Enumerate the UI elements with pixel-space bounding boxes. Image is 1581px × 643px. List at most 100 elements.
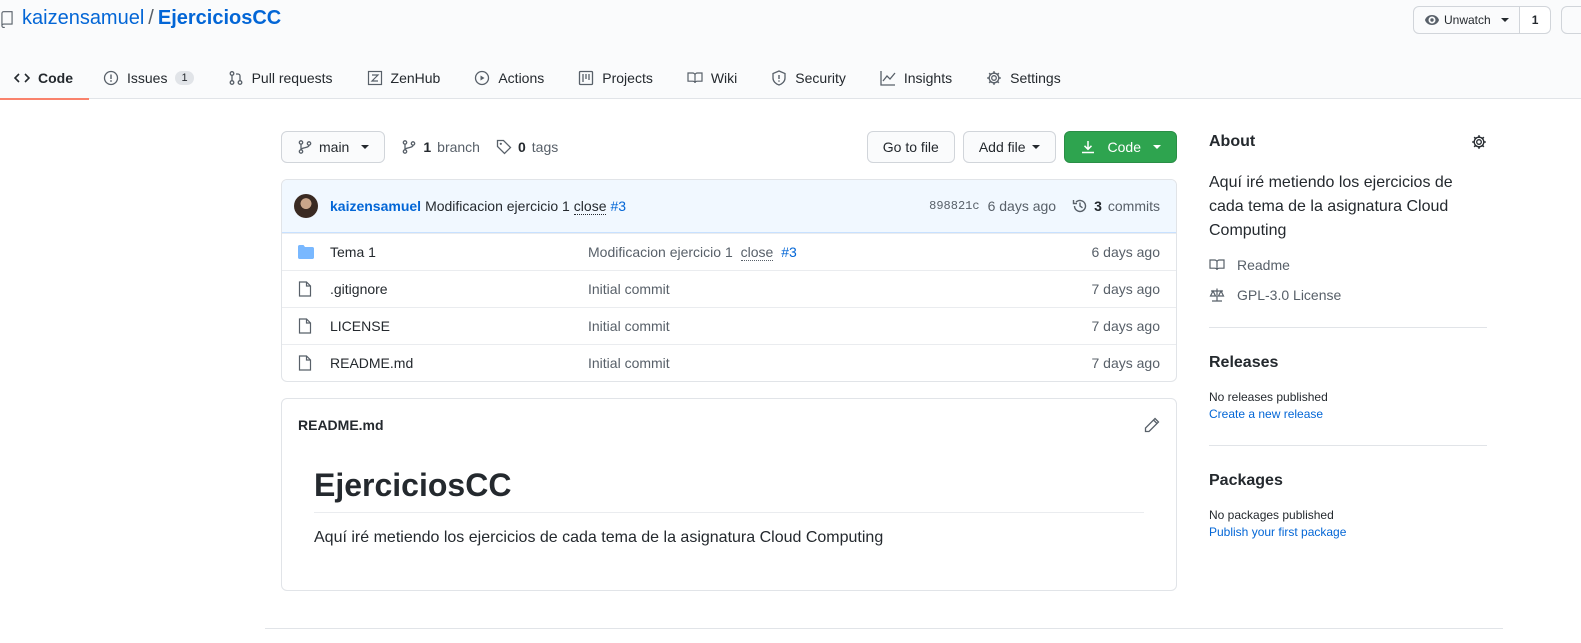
file-name-link[interactable]: README.md (330, 355, 588, 371)
packages-empty: No packages published (1209, 508, 1334, 522)
create-release-link[interactable]: Create a new release (1209, 407, 1487, 421)
git-branch-icon (298, 140, 312, 154)
file-icon (298, 318, 312, 334)
branch-label: branch (437, 139, 480, 155)
about-description: Aquí iré metiendo los ejercicios de cada… (1209, 174, 1453, 239)
gear-icon (987, 70, 1001, 85)
file-commit-link[interactable]: Initial commit (588, 318, 1092, 334)
chevron-down-icon (361, 145, 370, 149)
tab-zenhub[interactable]: ZenHub (349, 56, 457, 99)
file-name-link[interactable]: Tema 1 (330, 244, 588, 260)
footer-divider (265, 628, 1503, 629)
file-list: kaizensamuel Modificacion ejercicio 1 cl… (281, 179, 1177, 382)
sidebar: About Aquí iré metiendo los ejercicios d… (1209, 131, 1487, 539)
tags-link[interactable]: 0 tags (496, 139, 558, 155)
tag-icon (496, 139, 512, 155)
tab-security-label: Security (795, 69, 846, 86)
tab-insights[interactable]: Insights (862, 56, 968, 99)
file-icon (298, 355, 312, 371)
releases-title[interactable]: Releases (1209, 354, 1487, 372)
zenhub-icon (367, 70, 382, 85)
repo-title-separator: / (148, 7, 154, 29)
file-commit-link[interactable]: Initial commit (588, 281, 1092, 297)
book-icon (687, 71, 703, 83)
repo-title: kaizensamuel / EjerciciosCC (0, 7, 281, 30)
tab-wiki[interactable]: Wiki (669, 56, 753, 99)
tab-code[interactable]: Code (0, 56, 89, 100)
play-icon (475, 70, 490, 85)
packages-section: Packages No packages published Publish y… (1209, 446, 1487, 539)
tab-actions[interactable]: Actions (456, 56, 560, 99)
packages-title[interactable]: Packages (1209, 472, 1487, 490)
folder-icon (298, 245, 314, 259)
pull-request-icon (229, 70, 243, 85)
file-commit-link[interactable]: Modificacion ejercicio 1 (588, 244, 733, 260)
tab-pull-requests-label: Pull requests (251, 69, 333, 86)
commit-age: 6 days ago (987, 198, 1057, 214)
chevron-down-icon (1153, 145, 1161, 149)
repo-header: kaizensamuel / EjerciciosCC Unwatch 1 Co… (0, 0, 1581, 100)
file-issue-link[interactable]: #3 (781, 244, 797, 260)
license-link[interactable]: GPL-3.0 License (1209, 287, 1487, 303)
file-row[interactable]: .gitignore Initial commit 7 days ago (282, 270, 1176, 307)
star-button[interactable] (1561, 6, 1581, 34)
tab-pull-requests[interactable]: Pull requests (210, 56, 349, 99)
shield-icon (772, 69, 786, 86)
tag-count: 0 (517, 139, 526, 155)
readme-text: Aquí iré metiendo los ejercicios de cada… (314, 529, 884, 546)
file-name-link[interactable]: .gitignore (330, 281, 588, 297)
tab-wiki-label: Wiki (710, 69, 738, 86)
tag-label: tags (531, 139, 559, 155)
close-keyword: close (573, 197, 607, 215)
file-commit-message: Modificacion ejercicio 1 close #3 (588, 244, 1092, 261)
chevron-down-icon (1500, 18, 1509, 22)
tab-projects[interactable]: Projects (560, 56, 669, 99)
file-navigation: main 1 branch 0 tags Go to file Add file… (281, 131, 1177, 163)
repo-name-link[interactable]: EjerciciosCC (158, 7, 281, 30)
commit-count: 3 (1094, 198, 1102, 214)
go-to-file-button[interactable]: Go to file (866, 131, 955, 163)
readme-link-label: Readme (1237, 257, 1290, 273)
repo-content: main 1 branch 0 tags Go to file Add file… (281, 131, 1177, 591)
watch-count[interactable]: 1 (1519, 6, 1552, 34)
commit-author-link[interactable]: kaizensamuel (330, 198, 421, 214)
repo-owner-link[interactable]: kaizensamuel (22, 7, 144, 30)
unwatch-button[interactable]: Unwatch (1413, 6, 1520, 34)
tab-projects-label: Projects (602, 69, 653, 86)
book-icon (1209, 259, 1225, 271)
close-keyword: close (740, 244, 774, 261)
code-download-button[interactable]: Code (1063, 131, 1177, 163)
issues-counter: 1 (175, 70, 194, 85)
publish-package-link[interactable]: Publish your first package (1209, 525, 1487, 539)
file-row[interactable]: README.md Initial commit 7 days ago (282, 344, 1176, 381)
file-age: 7 days ago (1091, 318, 1161, 334)
file-name-link[interactable]: LICENSE (330, 318, 588, 334)
file-row[interactable]: Tema 1 Modificacion ejercicio 1 close #3… (282, 233, 1176, 270)
tab-issues[interactable]: Issues 1 (89, 56, 210, 99)
readme-heading: EjerciciosCC (314, 467, 1144, 513)
commit-message-link[interactable]: Modificacion ejercicio 1 (425, 198, 570, 214)
commits-history-link[interactable]: 3 commits (1072, 198, 1160, 214)
add-file-button[interactable]: Add file (962, 131, 1056, 163)
releases-section: Releases No releases published Create a … (1209, 328, 1487, 421)
file-commit-link[interactable]: Initial commit (588, 355, 1092, 371)
readme-link[interactable]: Readme (1209, 257, 1487, 273)
branches-link[interactable]: 1 branch (401, 139, 480, 155)
commit-sha-link[interactable]: 898821c (929, 199, 979, 213)
project-icon (579, 70, 594, 85)
commit-issue-link[interactable]: #3 (610, 198, 626, 214)
add-file-label: Add file (978, 139, 1026, 155)
avatar[interactable] (294, 194, 318, 218)
tab-security[interactable]: Security (753, 56, 862, 99)
law-icon (1209, 288, 1225, 302)
file-age: 7 days ago (1091, 355, 1161, 371)
pencil-icon[interactable] (1144, 417, 1160, 433)
file-age: 6 days ago (1091, 244, 1161, 260)
gear-icon[interactable] (1471, 134, 1487, 150)
tab-settings[interactable]: Settings (968, 56, 1077, 99)
branch-select-button[interactable]: main (281, 131, 386, 163)
releases-empty: No releases published (1209, 390, 1328, 404)
file-row[interactable]: LICENSE Initial commit 7 days ago (282, 307, 1176, 344)
about-title: About (1209, 133, 1256, 150)
tab-code-label: Code (38, 69, 73, 86)
